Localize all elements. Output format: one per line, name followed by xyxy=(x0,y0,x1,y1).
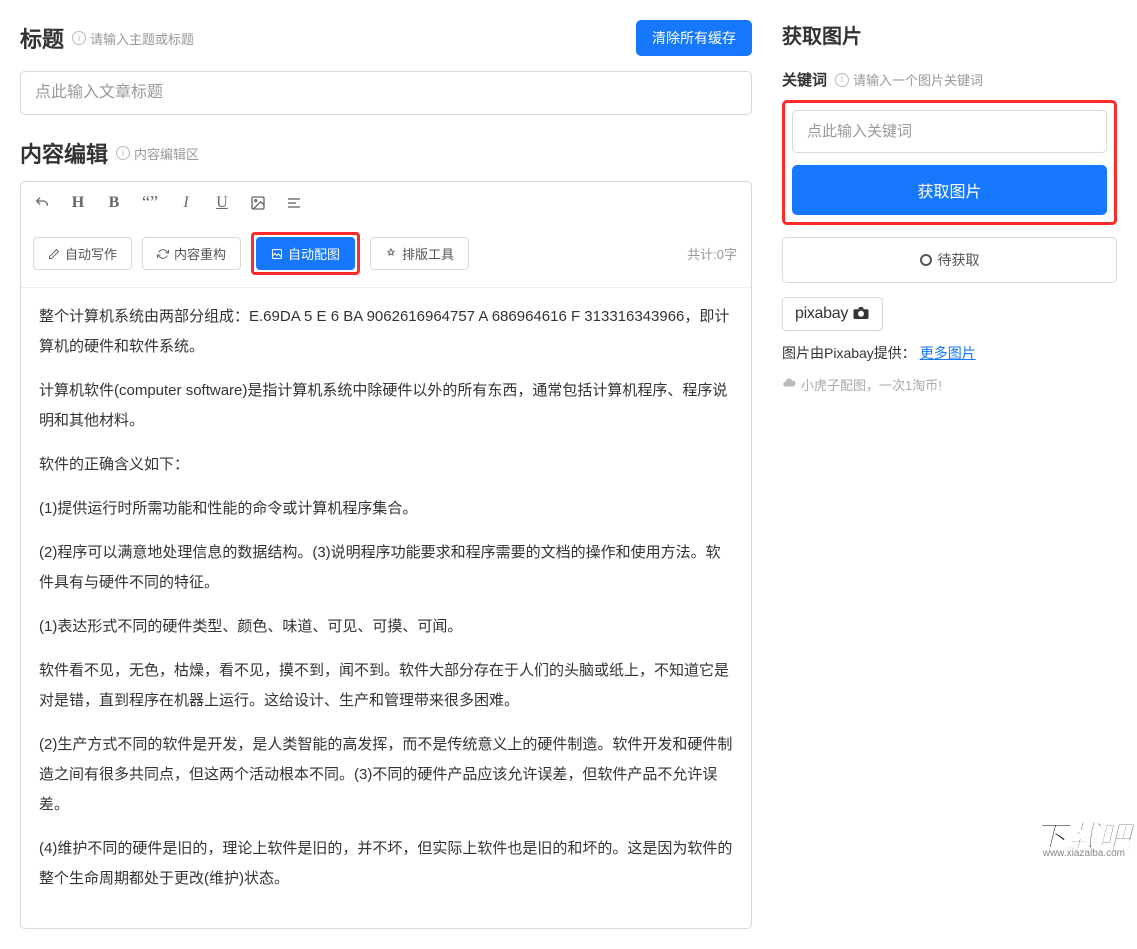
keyword-label: 关键词 xyxy=(782,69,827,90)
pixabay-badge[interactable]: pixabay xyxy=(782,297,883,331)
pending-label: 待获取 xyxy=(938,250,980,270)
highlight-keyword-box: 获取图片 xyxy=(782,100,1117,225)
keyword-header: 关键词 i 请输入一个图片关键词 xyxy=(782,69,1117,90)
restructure-label: 内容重构 xyxy=(174,244,226,263)
layout-tool-button[interactable]: 排版工具 xyxy=(370,237,469,270)
cloud-icon xyxy=(782,376,796,393)
content-hint-text: 内容编辑区 xyxy=(134,144,199,163)
article-title-input[interactable] xyxy=(20,71,752,115)
image-icon[interactable] xyxy=(249,195,267,211)
format-toolbar: H B “” I U xyxy=(21,182,751,224)
highlight-auto-image: 自动配图 xyxy=(251,232,360,275)
layout-icon xyxy=(385,248,397,260)
content-paragraph: 软件的正确含义如下： xyxy=(39,450,733,480)
provider-prefix: 图片由Pixabay提供： xyxy=(782,345,916,361)
keyword-input[interactable] xyxy=(792,110,1107,153)
title-section-header: 标题 i 请输入主题或标题 清除所有缓存 xyxy=(20,20,752,56)
info-icon: i xyxy=(72,31,86,45)
undo-icon[interactable] xyxy=(33,195,51,211)
content-paragraph: (2)生产方式不同的软件是开发，是人类智能的高发挥，而不是传统意义上的硬件制造。… xyxy=(39,730,733,820)
content-paragraph: (2)程序可以满意地处理信息的数据结构。(3)说明程序功能要求和程序需要的文档的… xyxy=(39,538,733,598)
action-toolbar: 自动写作 内容重构 自动配图 排版工具 共计:0字 xyxy=(21,224,751,287)
content-hint: i 内容编辑区 xyxy=(116,144,199,163)
title-hint-text: 请输入主题或标题 xyxy=(90,29,194,48)
camera-icon xyxy=(852,306,870,323)
title-hint: i 请输入主题或标题 xyxy=(72,29,194,48)
bold-icon[interactable]: B xyxy=(105,194,123,212)
italic-icon[interactable]: I xyxy=(177,194,195,212)
circle-icon xyxy=(920,254,932,266)
content-paragraph: 整个计算机系统由两部分组成：E.69DA 5 E 6 BA 9062616964… xyxy=(39,302,733,362)
clear-cache-button[interactable]: 清除所有缓存 xyxy=(636,20,752,56)
pending-status: 待获取 xyxy=(782,237,1117,283)
quote-icon[interactable]: “” xyxy=(141,192,159,213)
content-paragraph: 软件看不见，无色，枯燥，看不见，摸不到，闻不到。软件大部分存在于人们的头脑或纸上… xyxy=(39,656,733,716)
more-images-link[interactable]: 更多图片 xyxy=(920,345,976,361)
title-label: 标题 xyxy=(20,22,64,54)
keyword-hint-text: 请输入一个图片关键词 xyxy=(853,70,983,89)
content-section-header: 内容编辑 i 内容编辑区 xyxy=(20,137,752,169)
underline-icon[interactable]: U xyxy=(213,194,231,212)
sidebar-title: 获取图片 xyxy=(782,20,1117,49)
watermark-url: www.xiazaiba.com xyxy=(1039,847,1129,860)
info-icon: i xyxy=(835,73,849,87)
layout-tool-label: 排版工具 xyxy=(402,244,454,263)
fetch-image-button[interactable]: 获取图片 xyxy=(792,165,1107,215)
content-label: 内容编辑 xyxy=(20,137,108,169)
word-count: 共计:0字 xyxy=(687,244,739,263)
editor-content[interactable]: 整个计算机系统由两部分组成：E.69DA 5 E 6 BA 9062616964… xyxy=(21,287,751,928)
content-paragraph: 计算机软件(computer software)是指计算机系统中除硬件以外的所有… xyxy=(39,376,733,436)
content-paragraph: (1)提供运行时所需功能和性能的命令或计算机程序集合。 xyxy=(39,494,733,524)
auto-image-button[interactable]: 自动配图 xyxy=(256,237,355,270)
footer-note-text: 小虎子配图，一次1淘币! xyxy=(801,375,942,394)
refresh-icon xyxy=(157,248,169,260)
align-left-icon[interactable] xyxy=(285,195,303,211)
auto-write-button[interactable]: 自动写作 xyxy=(33,237,132,270)
footer-note: 小虎子配图，一次1淘币! xyxy=(782,375,1117,394)
picture-icon xyxy=(271,248,283,260)
restructure-button[interactable]: 内容重构 xyxy=(142,237,241,270)
auto-write-label: 自动写作 xyxy=(65,244,117,263)
info-icon: i xyxy=(116,146,130,160)
content-paragraph: (1)表达形式不同的硬件类型、颜色、味道、可见、可摸、可闻。 xyxy=(39,612,733,642)
pixabay-logo-text: pixabay xyxy=(795,305,848,323)
provider-line: 图片由Pixabay提供： 更多图片 xyxy=(782,343,1117,363)
auto-image-label: 自动配图 xyxy=(288,244,340,263)
pencil-icon xyxy=(48,248,60,260)
heading-icon[interactable]: H xyxy=(69,194,87,212)
editor-box: H B “” I U 自动写作 内容重构 xyxy=(20,181,752,929)
content-paragraph: (4)维护不同的硬件是旧的，理论上软件是旧的，并不坏，但实际上软件也是旧的和坏的… xyxy=(39,834,733,894)
keyword-hint: i 请输入一个图片关键词 xyxy=(835,70,983,89)
